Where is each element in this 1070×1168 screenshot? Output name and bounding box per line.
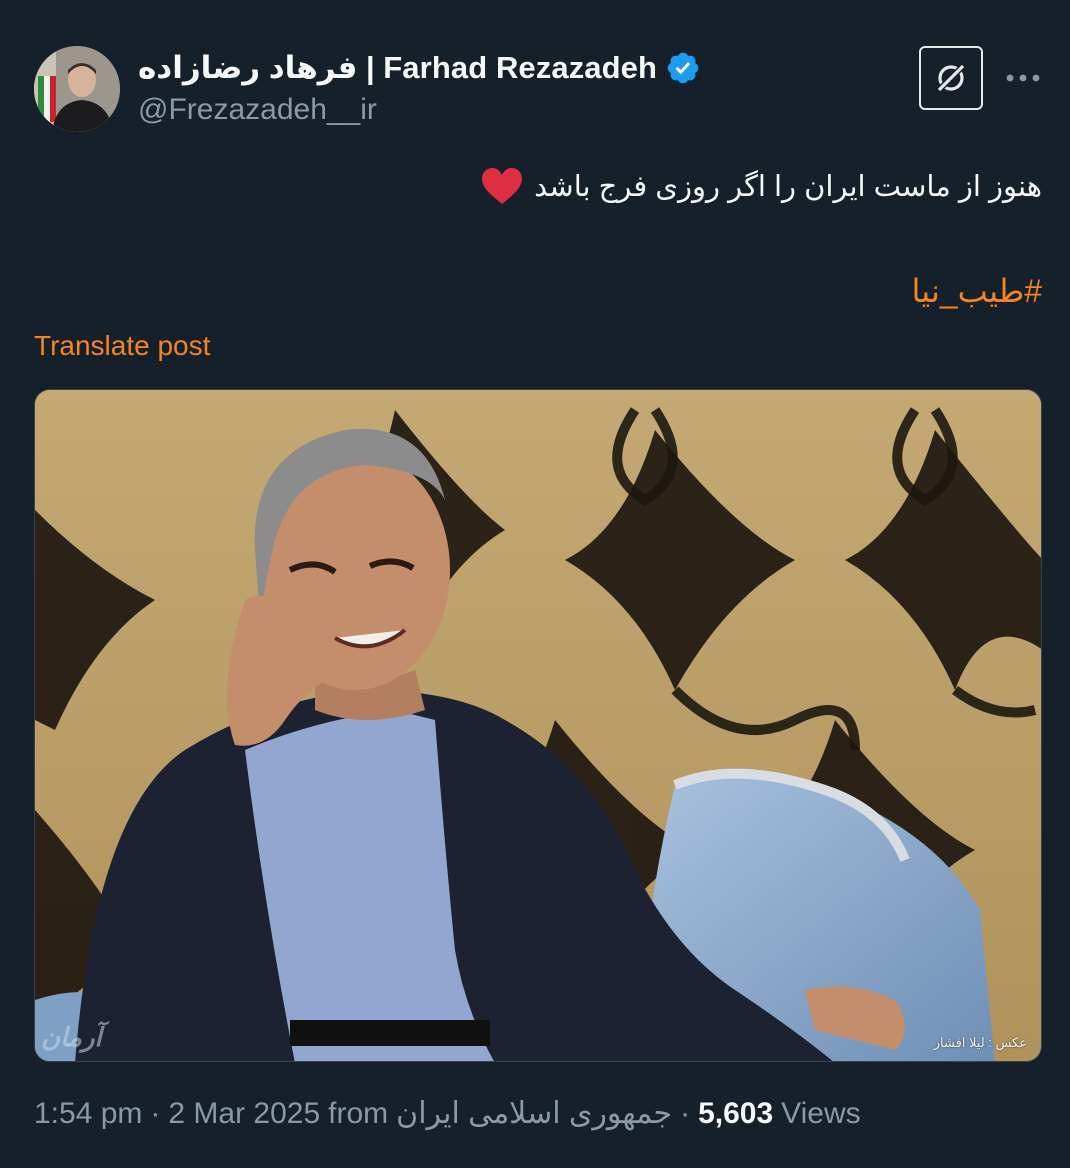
hashtag-link[interactable]: #طیب_نیا	[912, 272, 1042, 310]
author-name-line[interactable]: فرهاد رضازاده | Farhad Rezazadeh	[138, 48, 701, 88]
photo-credit: عکس : لیلا افشار	[933, 1035, 1027, 1050]
author-display-name[interactable]: فرهاد رضازاده | Farhad Rezazadeh	[138, 50, 657, 86]
post-source: جمهوری اسلامی ایران	[396, 1097, 673, 1130]
post-date[interactable]: 2 Mar 2025	[168, 1097, 320, 1131]
verified-badge-icon	[667, 52, 699, 84]
translate-post-link[interactable]: Translate post	[34, 330, 210, 362]
post-image[interactable]: آرمان عکس : لیلا افشار	[34, 389, 1042, 1062]
user-avatar-icon	[34, 46, 120, 132]
post-text: هنوز از ماست ایران را اگر روزی فرج باشد	[480, 166, 1042, 206]
portrait-photo	[35, 390, 1041, 1061]
post: فرهاد رضازاده | Farhad Rezazadeh @Frezaz…	[0, 0, 1070, 1168]
post-metadata: 1:54 pm · 2 Mar 2025 from جمهوری اسلامی …	[34, 1096, 861, 1131]
post-time[interactable]: 1:54 pm	[34, 1097, 142, 1131]
grok-icon	[935, 62, 967, 94]
heart-icon	[482, 168, 523, 204]
grok-button[interactable]	[919, 46, 983, 110]
from-label: from	[328, 1097, 389, 1130]
post-text-content: هنوز از ماست ایران را اگر روزی فرج باشد	[534, 170, 1042, 203]
image-watermark: آرمان	[41, 1022, 102, 1052]
author-handle[interactable]: @Frezazadeh__ir	[138, 93, 377, 127]
views-label[interactable]: Views	[781, 1097, 860, 1131]
separator-dot: ·	[150, 1097, 161, 1130]
more-options-button[interactable]	[998, 58, 1048, 98]
avatar[interactable]	[34, 46, 120, 132]
separator-dot: ·	[680, 1097, 691, 1130]
views-count[interactable]: 5,603	[698, 1097, 773, 1131]
more-dots-icon	[1006, 74, 1040, 82]
